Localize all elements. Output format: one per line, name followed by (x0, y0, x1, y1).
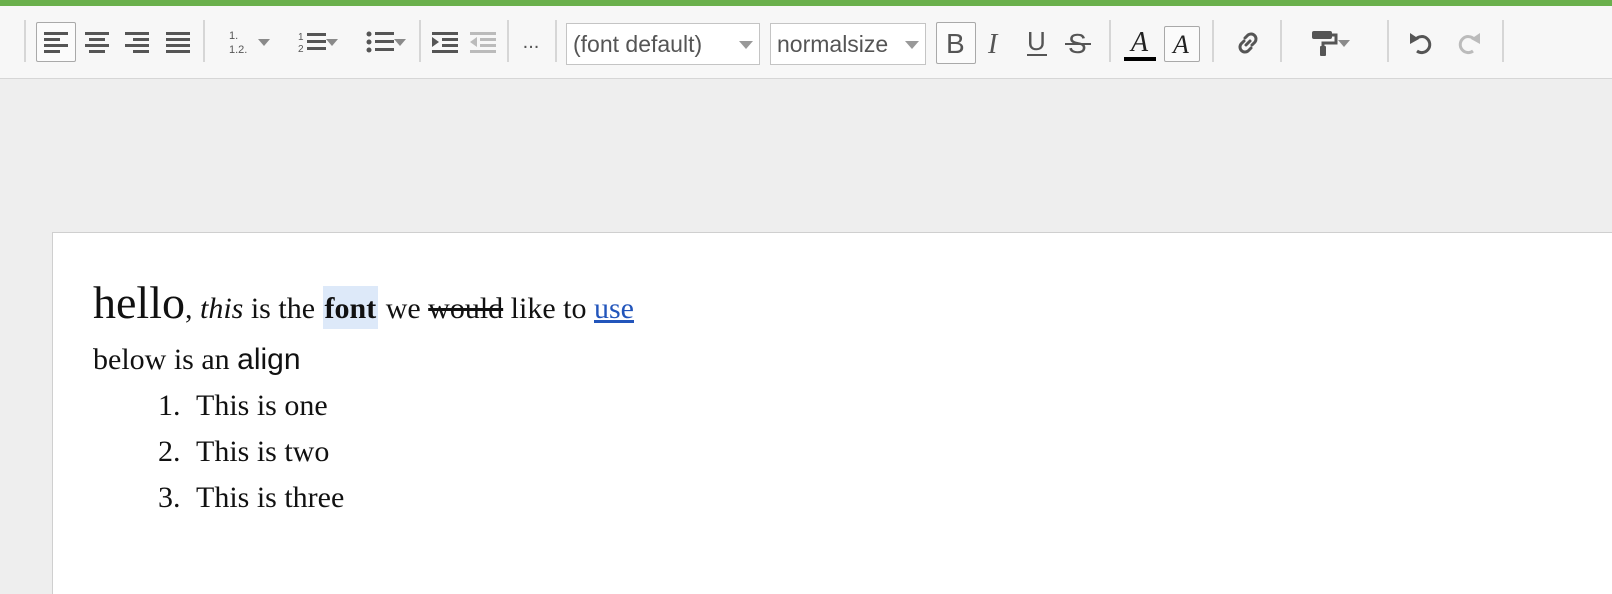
plain-text: like to (510, 292, 587, 325)
chevron-down-icon (326, 39, 338, 46)
indent-button[interactable] (428, 22, 462, 62)
svg-text:U: U (1027, 28, 1046, 56)
paragraph: hello, this is the font we would like to… (93, 275, 634, 337)
undo-button[interactable] (1402, 22, 1440, 64)
numbered-list-icon: 1 2 (298, 32, 326, 54)
svg-text:2: 2 (298, 44, 304, 54)
align-right-button[interactable] (122, 22, 152, 62)
editor-toolbar: 1. 1.2. 1 2 ... (font default) normalsiz… (0, 6, 1612, 79)
align-justify-button[interactable] (162, 22, 194, 62)
chevron-down-icon (258, 39, 270, 46)
svg-text:A: A (1171, 30, 1189, 58)
font-size-value: normalsize (777, 30, 889, 57)
chevron-down-icon (905, 41, 919, 49)
undo-icon (1410, 33, 1432, 55)
separator (1502, 20, 1504, 62)
underline-button[interactable]: U (1020, 22, 1054, 64)
paint-roller-icon (1312, 31, 1338, 56)
align-right-icon (125, 32, 149, 53)
document-body: hello, this is the font we would like to… (93, 275, 634, 521)
outdent-button[interactable] (466, 22, 500, 62)
font-size-select[interactable]: normalsize (770, 23, 926, 65)
chevron-down-icon (739, 41, 753, 49)
editor-content-area[interactable]: hello, this is the font we would like to… (52, 232, 1612, 594)
align-left-icon (44, 32, 68, 53)
align-justify-icon (166, 32, 190, 53)
separator (507, 20, 509, 62)
text-color-icon: A (1124, 27, 1156, 61)
redo-icon (1458, 33, 1480, 55)
numbered-list: This is one This is two This is three (93, 383, 634, 521)
svg-text:1: 1 (298, 32, 304, 43)
bullet-list-button[interactable] (352, 22, 410, 62)
plain-text: we (385, 292, 421, 325)
redo-button[interactable] (1450, 22, 1488, 64)
paragraph: below is an align (93, 337, 634, 383)
list-item: This is one (188, 383, 634, 429)
svg-text:I: I (987, 29, 999, 57)
outdent-icon (470, 32, 496, 53)
hyperlink[interactable]: use (594, 292, 634, 325)
background-color-button[interactable]: A (1164, 26, 1200, 62)
text-color-button[interactable]: A (1120, 22, 1160, 64)
svg-text:B: B (946, 29, 965, 57)
italic-button[interactable]: I (980, 22, 1012, 64)
font-family-select[interactable]: (font default) (566, 23, 760, 65)
chevron-down-icon (1338, 40, 1350, 47)
bold-icon: B (946, 29, 965, 57)
chevron-down-icon (394, 39, 406, 46)
underline-icon: U (1027, 28, 1047, 56)
strikethrough-icon: S (1065, 29, 1091, 57)
list-item: This is three (188, 475, 634, 521)
align-left-button[interactable] (36, 22, 76, 62)
sans-text: align (237, 343, 301, 376)
numbered-list-button[interactable]: 1 2 (284, 22, 342, 62)
numbering-style-button[interactable]: 1. 1.2. (214, 22, 274, 62)
strikethrough-button[interactable]: S (1060, 22, 1096, 64)
separator (1212, 20, 1214, 62)
background-color-icon: A (1171, 30, 1189, 58)
selected-bold-text: font (322, 286, 379, 329)
align-center-button[interactable] (82, 22, 112, 62)
indent-icon (432, 32, 458, 53)
svg-text:1.: 1. (229, 30, 238, 42)
separator (1280, 20, 1282, 62)
separator (1387, 20, 1389, 62)
separator (203, 20, 205, 62)
format-painter-button[interactable] (1292, 22, 1356, 64)
svg-text:1.2.: 1.2. (229, 44, 247, 55)
svg-text:A: A (1129, 27, 1149, 58)
strikethrough-text: would (428, 292, 504, 325)
plain-text: is the (250, 292, 316, 325)
italic-icon: I (987, 29, 999, 57)
list-item: This is two (188, 429, 634, 475)
bullet-list-icon (366, 31, 394, 53)
align-center-icon (85, 32, 109, 53)
italic-text: this (199, 292, 244, 325)
comma-text: , (184, 292, 193, 325)
more-button[interactable]: ... (514, 22, 548, 62)
link-icon (1238, 32, 1258, 54)
bold-button[interactable]: B (936, 22, 976, 64)
font-family-value: (font default) (573, 30, 703, 57)
large-text: hello (93, 277, 185, 328)
multilevel-numbering-icon: 1. 1.2. (229, 30, 247, 55)
separator (1109, 20, 1111, 62)
plain-text: below is an (93, 343, 230, 376)
separator (419, 20, 421, 62)
separator (555, 20, 557, 62)
separator (24, 20, 26, 62)
insert-link-button[interactable] (1228, 22, 1268, 64)
